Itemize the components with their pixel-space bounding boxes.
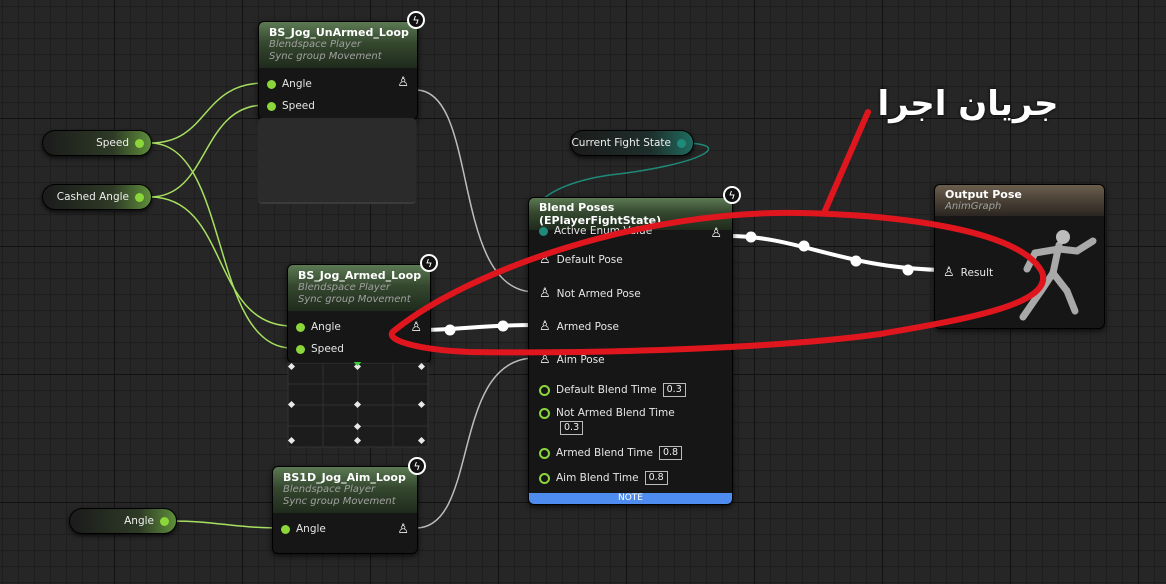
annotation-text: جریان اجرا — [877, 84, 1059, 124]
annotation-arrow — [821, 109, 871, 216]
annotation-ellipse — [389, 209, 1047, 356]
